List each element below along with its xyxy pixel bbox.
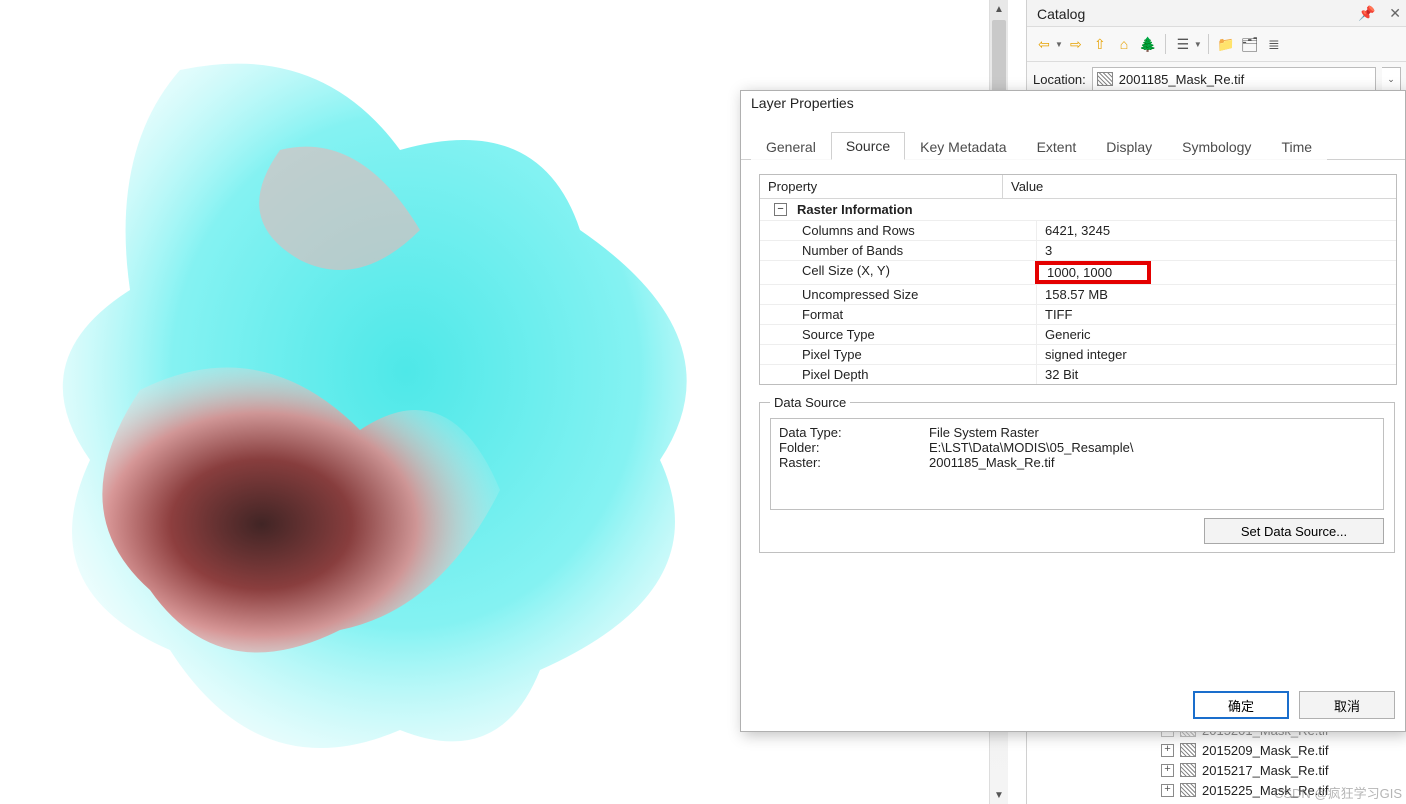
- item-props-icon[interactable]: ≣: [1263, 33, 1285, 55]
- collapse-icon[interactable]: −: [774, 203, 787, 216]
- connect-folder-icon[interactable]: 📁: [1215, 33, 1237, 55]
- ok-button[interactable]: 确定: [1193, 691, 1289, 719]
- tab-general[interactable]: General: [751, 133, 831, 160]
- expand-icon[interactable]: +: [1161, 764, 1174, 777]
- ds-key: Data Type:: [779, 425, 929, 440]
- prop-row-pixel-type: Pixel Type signed integer: [760, 345, 1396, 365]
- col-header-property: Property: [760, 175, 1003, 198]
- prop-value: 6421, 3245: [1037, 221, 1396, 240]
- ds-value: File System Raster: [929, 425, 1039, 440]
- location-dropdown-icon[interactable]: ⌄: [1382, 67, 1401, 91]
- prop-value: 3: [1037, 241, 1396, 260]
- tree-item[interactable]: + 2015225_Mask_Re.tif: [1035, 780, 1406, 800]
- prop-key: Source Type: [760, 325, 1037, 344]
- raster-dataset-icon: [1180, 783, 1196, 797]
- forward-icon[interactable]: ⇨: [1065, 33, 1087, 55]
- data-source-legend: Data Source: [770, 395, 850, 410]
- up-icon[interactable]: ⇧: [1089, 33, 1111, 55]
- ds-value: 2001185_Mask_Re.tif: [929, 455, 1055, 470]
- prop-value: 158.57 MB: [1037, 285, 1396, 304]
- prop-row-columns-rows: Columns and Rows 6421, 3245: [760, 221, 1396, 241]
- ds-key: Raster:: [779, 455, 929, 470]
- dialog-button-row: 确定 取消: [1193, 691, 1395, 719]
- raster-layer-preview: [20, 30, 740, 790]
- group-label: Raster Information: [797, 202, 913, 217]
- prop-row-format: Format TIFF: [760, 305, 1396, 325]
- prop-row-bands: Number of Bands 3: [760, 241, 1396, 261]
- prop-key: Number of Bands: [760, 241, 1037, 260]
- prop-value: signed integer: [1037, 345, 1396, 364]
- prop-key: Cell Size (X, Y): [760, 261, 1037, 284]
- prop-key: Uncompressed Size: [760, 285, 1037, 304]
- catalog-titlebar: Catalog 📌 ✕: [1027, 0, 1406, 27]
- raster-dataset-icon: [1097, 72, 1113, 86]
- location-label: Location:: [1033, 72, 1086, 87]
- home-icon[interactable]: ⌂: [1113, 33, 1135, 55]
- location-field[interactable]: 2001185_Mask_Re.tif: [1092, 67, 1376, 91]
- scroll-down-icon[interactable]: ▼: [990, 786, 1008, 804]
- prop-row-cell-size: Cell Size (X, Y) 1000, 1000: [760, 261, 1396, 285]
- prop-value: Generic: [1037, 325, 1396, 344]
- list-style-icon[interactable]: ☰: [1172, 33, 1194, 55]
- tree-item[interactable]: + 2015209_Mask_Re.tif: [1035, 740, 1406, 760]
- tab-display[interactable]: Display: [1091, 133, 1167, 160]
- tab-symbology[interactable]: Symbology: [1167, 133, 1266, 160]
- source-panel: Property Value − Raster Information Colu…: [741, 160, 1405, 563]
- tree-item-label: 2015209_Mask_Re.tif: [1202, 743, 1328, 758]
- prop-row-pixel-depth: Pixel Depth 32 Bit: [760, 365, 1396, 384]
- tree-item[interactable]: + 2015217_Mask_Re.tif: [1035, 760, 1406, 780]
- tab-time[interactable]: Time: [1266, 133, 1327, 160]
- prop-key: Pixel Depth: [760, 365, 1037, 384]
- raster-dataset-icon: [1180, 763, 1196, 777]
- expand-icon[interactable]: +: [1161, 744, 1174, 757]
- prop-key: Columns and Rows: [760, 221, 1037, 240]
- prop-key: Pixel Type: [760, 345, 1037, 364]
- ds-value: E:\LST\Data\MODIS\05_Resample\: [929, 440, 1133, 455]
- tab-source[interactable]: Source: [831, 132, 905, 160]
- close-icon[interactable]: ✕: [1389, 7, 1401, 23]
- raster-dataset-icon: [1180, 743, 1196, 757]
- tree-item-label: 2015225_Mask_Re.tif: [1202, 783, 1328, 798]
- data-source-group: Data Source Data Type:File System Raster…: [759, 395, 1395, 553]
- dialog-tabs: General Source Key Metadata Extent Displ…: [741, 115, 1405, 160]
- prop-value: TIFF: [1037, 305, 1396, 324]
- ds-key: Folder:: [779, 440, 929, 455]
- col-header-value: Value: [1003, 175, 1051, 198]
- catalog-toolbar: ⇦▼ ⇨ ⇧ ⌂ 🌲 ☰▼ 📁 🗂 ≣: [1027, 27, 1406, 62]
- prop-value: 32 Bit: [1037, 365, 1396, 384]
- group-raster-information[interactable]: − Raster Information: [760, 199, 1396, 221]
- layer-properties-dialog: Layer Properties General Source Key Meta…: [740, 90, 1406, 732]
- set-data-source-button[interactable]: Set Data Source...: [1204, 518, 1384, 544]
- location-value: 2001185_Mask_Re.tif: [1119, 72, 1245, 87]
- cancel-button[interactable]: 取消: [1299, 691, 1395, 719]
- property-table: Property Value − Raster Information Colu…: [759, 174, 1397, 385]
- scroll-up-icon[interactable]: ▲: [990, 0, 1008, 18]
- expand-icon[interactable]: +: [1161, 784, 1174, 797]
- prop-row-source-type: Source Type Generic: [760, 325, 1396, 345]
- toolbox-icon[interactable]: 🗂: [1239, 33, 1261, 55]
- highlighted-cell-size: 1000, 1000: [1035, 261, 1151, 284]
- tab-extent[interactable]: Extent: [1022, 133, 1092, 160]
- catalog-title-text: Catalog: [1037, 2, 1085, 26]
- tab-key-metadata[interactable]: Key Metadata: [905, 133, 1021, 160]
- pin-icon[interactable]: 📌: [1358, 7, 1375, 23]
- prop-key: Format: [760, 305, 1037, 324]
- dialog-title: Layer Properties: [741, 91, 1405, 115]
- tree-item-label: 2015217_Mask_Re.tif: [1202, 763, 1328, 778]
- tree-view-icon[interactable]: 🌲: [1137, 33, 1159, 55]
- back-icon[interactable]: ⇦: [1033, 33, 1055, 55]
- prop-row-uncompressed-size: Uncompressed Size 158.57 MB: [760, 285, 1396, 305]
- data-source-box: Data Type:File System Raster Folder:E:\L…: [770, 418, 1384, 510]
